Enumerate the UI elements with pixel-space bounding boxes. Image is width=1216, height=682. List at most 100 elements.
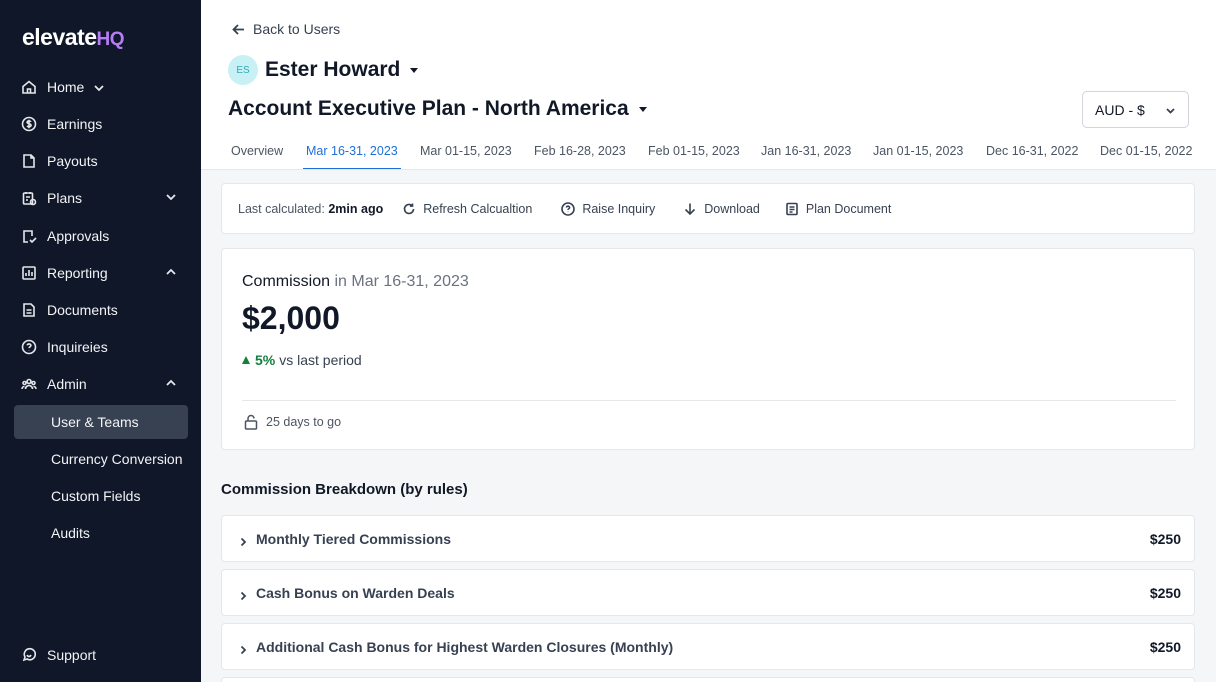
- sidebar-item-label: Support: [47, 646, 97, 663]
- sidebar-item-label: Home: [47, 78, 85, 95]
- back-label: Back to Users: [253, 21, 341, 37]
- sidebar-item-label: Earnings: [47, 115, 103, 132]
- tab-mar-01-15-2023[interactable]: Mar 01-15, 2023: [420, 144, 512, 169]
- sidebar-item-earnings[interactable]: Earnings: [14, 107, 188, 140]
- arrow-left-icon: [232, 23, 244, 35]
- refresh-icon: [403, 203, 415, 214]
- sidebar-item-plans[interactable]: Plans: [14, 181, 188, 214]
- refresh-label: Refresh Calcualtion: [423, 201, 533, 216]
- sidebar-item-reporting[interactable]: Reporting: [14, 256, 188, 289]
- plans-icon: [21, 190, 37, 206]
- sidebar-item-label: Inquireies: [47, 338, 108, 355]
- last-calculated-value: 2min ago: [328, 201, 384, 216]
- brand-name: elevate: [22, 24, 97, 50]
- rule-row[interactable]: Cash Bonus on Warden Deals $250: [221, 569, 1195, 616]
- plan-selector[interactable]: Account Executive Plan - North America: [228, 97, 647, 121]
- triangle-up-icon: [242, 356, 250, 364]
- sidebar-subitem-currency-conversion[interactable]: Currency Conversion: [14, 442, 188, 476]
- avatar: ES: [228, 55, 258, 85]
- currency-value: AUD - $: [1095, 101, 1145, 118]
- brand-logo[interactable]: elevateHQ: [22, 24, 125, 51]
- help-icon: [21, 339, 37, 355]
- sidebar-subitem-user-teams[interactable]: User & Teams: [14, 405, 188, 439]
- rule-row[interactable]: Monthly Tiered Commissions $250: [221, 515, 1195, 562]
- divider: [242, 400, 1176, 401]
- sidebar-item-approvals[interactable]: Approvals: [14, 219, 188, 252]
- tab-overview[interactable]: Overview: [231, 144, 283, 169]
- rule-row[interactable]: Additional Cash Bonus for Highest Warden…: [221, 623, 1195, 670]
- rule-name: Monthly Tiered Commissions: [256, 530, 451, 547]
- last-calculated-label: Last calculated:: [238, 201, 325, 216]
- chevron-right-icon: [238, 588, 248, 600]
- raise-inquiry-button[interactable]: Raise Inquiry: [561, 202, 655, 216]
- arrow-down-icon: [685, 203, 696, 215]
- reporting-icon: [21, 265, 37, 281]
- days-remaining: 25 days to go: [244, 414, 341, 430]
- commission-label: Commission: [242, 273, 331, 290]
- refresh-calculation-button[interactable]: Refresh Calcualtion: [402, 202, 532, 216]
- sidebar: elevateHQ Home Earnings Payouts Plans Ap…: [0, 0, 201, 682]
- plan-title: Account Executive Plan - North America: [228, 97, 629, 120]
- commission-heading: Commission in Mar 16-31, 2023: [242, 273, 469, 291]
- user-name: Ester Howard: [265, 58, 401, 81]
- tab-feb-01-15-2023[interactable]: Feb 01-15, 2023: [648, 144, 740, 169]
- document-icon: [21, 302, 37, 318]
- sidebar-item-payouts[interactable]: Payouts: [14, 144, 188, 177]
- rule-row-partial[interactable]: [221, 677, 1195, 682]
- rule-amount: $250: [1149, 638, 1181, 655]
- sidebar-item-inquiries[interactable]: Inquireies: [14, 330, 188, 363]
- rule-amount: $250: [1149, 530, 1181, 547]
- tab-jan-01-15-2023[interactable]: Jan 01-15, 2023: [873, 144, 963, 169]
- approvals-icon: [21, 228, 37, 244]
- chevron-up-icon: [164, 376, 178, 390]
- rule-amount: $250: [1149, 584, 1181, 601]
- change-percent: 5%: [255, 352, 276, 368]
- sidebar-item-label: Documents: [47, 301, 118, 318]
- home-icon: [21, 79, 37, 95]
- document-icon: [786, 202, 798, 215]
- payouts-icon: [21, 153, 37, 169]
- plan-document-button[interactable]: Plan Document: [785, 202, 891, 216]
- rule-name: Cash Bonus on Warden Deals: [256, 584, 455, 601]
- user-selector[interactable]: ES Ester Howard: [228, 55, 419, 85]
- currency-select[interactable]: AUD - $: [1082, 91, 1189, 128]
- sidebar-item-home[interactable]: Home: [14, 70, 188, 103]
- help-icon: [561, 201, 576, 216]
- download-button[interactable]: Download: [683, 202, 760, 216]
- caret-down-icon: [410, 67, 419, 73]
- chevron-down-icon: [1166, 108, 1175, 114]
- sidebar-subitem-audits[interactable]: Audits: [14, 516, 188, 550]
- sidebar-item-admin[interactable]: Admin: [14, 367, 188, 400]
- days-remaining-label: 25 days to go: [266, 415, 342, 429]
- commission-change: 5% vs last period: [242, 352, 362, 368]
- sidebar-item-label: Plans: [47, 189, 83, 206]
- sidebar-item-label: Admin: [47, 375, 87, 392]
- last-calculated: Last calculated: 2min ago: [238, 202, 383, 216]
- period-tabs: Overview Mar 16-31, 2023 Mar 01-15, 2023…: [201, 140, 1216, 170]
- chevron-right-icon: [238, 534, 248, 546]
- download-label: Download: [704, 201, 760, 216]
- commission-period: in Mar 16-31, 2023: [334, 273, 469, 290]
- sidebar-item-documents[interactable]: Documents: [14, 293, 188, 326]
- sidebar-item-support[interactable]: Support: [14, 638, 188, 671]
- tab-jan-16-31-2023[interactable]: Jan 16-31, 2023: [761, 144, 851, 169]
- back-to-users-link[interactable]: Back to Users: [232, 21, 340, 37]
- change-text: vs last period: [279, 352, 362, 368]
- tab-dec-16-31-2022[interactable]: Dec 16-31, 2022: [986, 144, 1078, 169]
- tab-dec-01-15-2022[interactable]: Dec 01-15, 2022: [1100, 144, 1192, 169]
- sidebar-item-label: Reporting: [47, 264, 108, 281]
- chevron-down-icon: [164, 190, 178, 204]
- raise-inquiry-label: Raise Inquiry: [582, 201, 656, 216]
- brand-suffix: HQ: [96, 29, 125, 50]
- tab-feb-16-28-2023[interactable]: Feb 16-28, 2023: [534, 144, 626, 169]
- plan-document-label: Plan Document: [805, 201, 892, 216]
- chat-icon: [21, 647, 37, 663]
- commission-amount: $2,000: [242, 300, 340, 336]
- caret-down-icon: [638, 106, 647, 112]
- lock-icon: [244, 414, 258, 430]
- chevron-down-icon: [92, 81, 106, 95]
- sidebar-subitem-custom-fields[interactable]: Custom Fields: [14, 479, 188, 513]
- chevron-up-icon: [164, 265, 178, 279]
- tab-mar-16-31-2023[interactable]: Mar 16-31, 2023: [303, 144, 401, 169]
- breakdown-title: Commission Breakdown (by rules): [221, 481, 468, 498]
